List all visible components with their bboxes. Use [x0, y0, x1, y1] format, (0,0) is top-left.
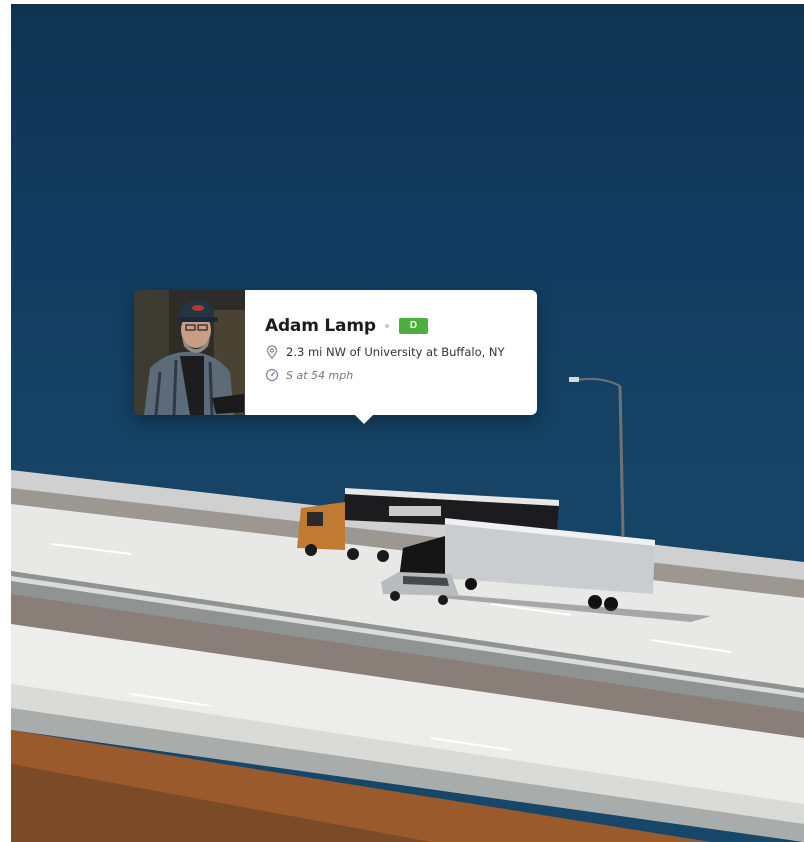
duty-status-badge: D	[398, 318, 429, 334]
location-text: 2.3 mi NW of University at Buffalo, NY	[286, 345, 505, 359]
map-pin-icon	[265, 345, 279, 359]
map-background	[11, 4, 804, 842]
highway-scene	[11, 4, 804, 842]
driver-info-popup[interactable]: Adam Lamp D 2.3 mi NW of University at B…	[134, 290, 537, 424]
speed-text: S at 54 mph	[286, 368, 354, 382]
speedometer-icon	[265, 368, 279, 382]
separator-dot	[384, 324, 389, 328]
driver-avatar	[134, 290, 245, 415]
driver-name: Adam Lamp	[265, 316, 376, 336]
popup-pointer	[354, 414, 374, 424]
